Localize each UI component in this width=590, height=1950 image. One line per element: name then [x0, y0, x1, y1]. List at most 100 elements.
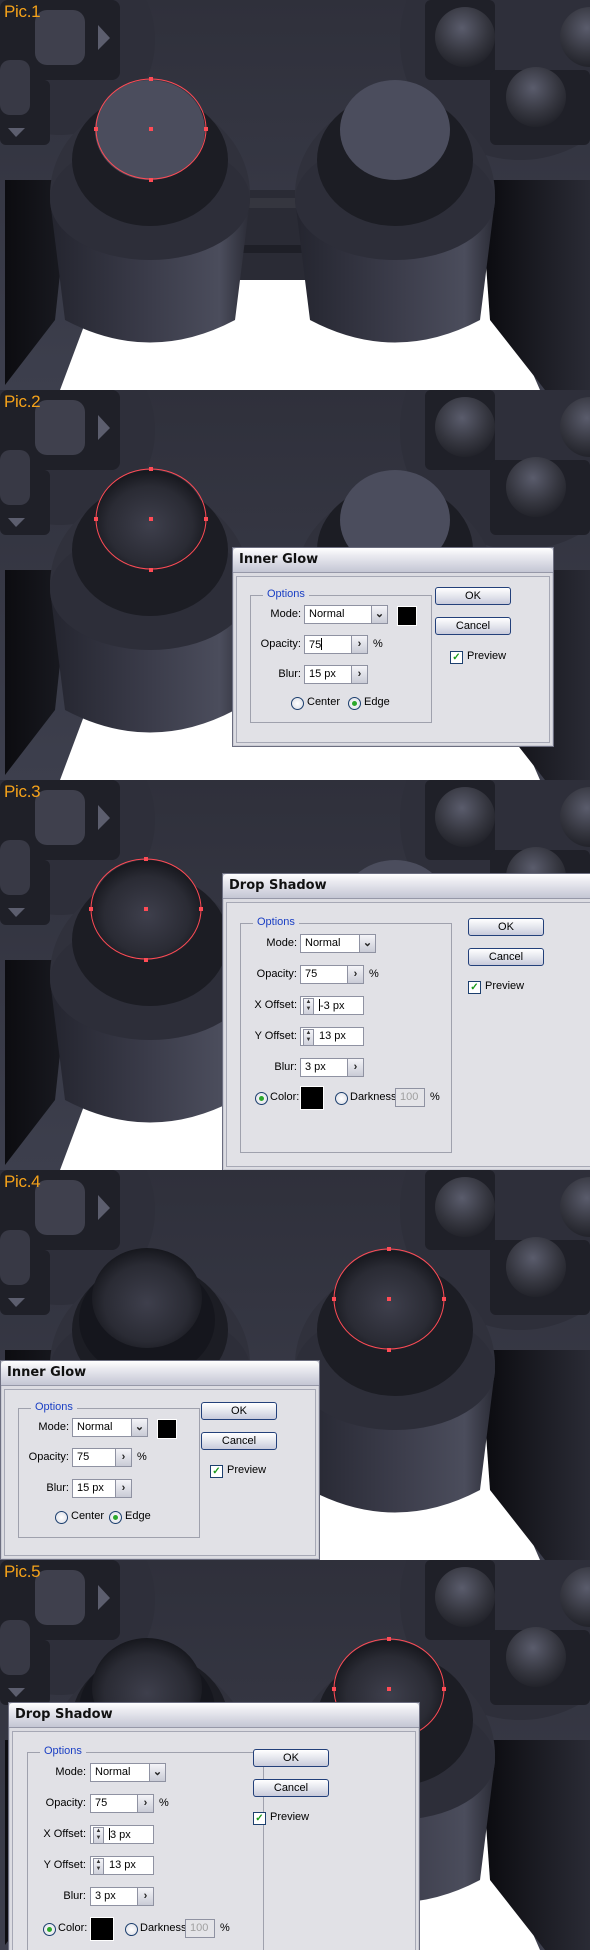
ok-button[interactable]: OK: [201, 1402, 277, 1420]
opacity-label: Opacity:: [28, 1451, 69, 1463]
cancel-button[interactable]: Cancel: [468, 948, 544, 966]
darkness-radio[interactable]: [335, 1092, 348, 1105]
blur-input[interactable]: 3 px: [90, 1887, 138, 1906]
cancel-button[interactable]: Cancel: [253, 1779, 329, 1797]
anchor-point[interactable]: [149, 467, 153, 471]
color-radio[interactable]: [43, 1923, 56, 1936]
anchor-point[interactable]: [442, 1297, 446, 1301]
inner-glow-dialog: Inner Glow Options Mode: Normal ⌄ Opacit…: [232, 547, 554, 747]
center-point[interactable]: [387, 1687, 391, 1691]
dialog-titlebar[interactable]: Drop Shadow: [9, 1703, 419, 1728]
center-point[interactable]: [387, 1297, 391, 1301]
checkmark-icon: ✓: [212, 1466, 221, 1477]
x-offset-stepper[interactable]: ▲ ▼: [93, 1827, 104, 1843]
y-offset-label: Y Offset:: [43, 1859, 86, 1871]
panel-pic-2: Pic.2 Inner Glow Options Mode: Normal ⌄ …: [0, 390, 590, 780]
anchor-point[interactable]: [149, 568, 153, 572]
chevron-right-icon: ›: [121, 1482, 126, 1494]
dialog-title: Inner Glow: [7, 1365, 87, 1380]
darkness-radio[interactable]: [125, 1923, 138, 1936]
opacity-input[interactable]: 75: [72, 1448, 116, 1467]
anchor-point[interactable]: [332, 1687, 336, 1691]
chevron-down-icon: ⌄: [374, 608, 385, 620]
mode-select[interactable]: Normal: [304, 605, 372, 624]
anchor-point[interactable]: [442, 1687, 446, 1691]
x-offset-input[interactable]: ▲ ▼ 3 px: [90, 1825, 154, 1844]
dialog-titlebar[interactable]: Inner Glow: [233, 548, 553, 573]
opacity-input[interactable]: 75: [90, 1794, 138, 1813]
anchor-point[interactable]: [144, 958, 148, 962]
ok-button[interactable]: OK: [435, 587, 511, 605]
opacity-label: Opacity:: [45, 1797, 86, 1809]
edge-radio[interactable]: [348, 697, 361, 710]
center-point[interactable]: [149, 517, 153, 521]
opacity-slider-button[interactable]: ›: [115, 1448, 132, 1467]
cancel-button[interactable]: Cancel: [201, 1432, 277, 1450]
opacity-slider-button[interactable]: ›: [137, 1794, 154, 1813]
mode-select[interactable]: Normal: [300, 934, 360, 953]
x-offset-input[interactable]: ▲ ▼ -3 px: [300, 996, 364, 1015]
blur-input[interactable]: 15 px: [72, 1479, 116, 1498]
blur-input[interactable]: 15 px: [304, 665, 352, 684]
anchor-point[interactable]: [94, 127, 98, 131]
y-offset-stepper[interactable]: ▲ ▼: [93, 1858, 104, 1874]
mode-dropdown-button[interactable]: ⌄: [131, 1418, 148, 1437]
anchor-point[interactable]: [332, 1297, 336, 1301]
blur-slider-button[interactable]: ›: [351, 665, 368, 684]
anchor-point[interactable]: [199, 907, 203, 911]
anchor-point[interactable]: [204, 517, 208, 521]
blur-input[interactable]: 3 px: [300, 1058, 348, 1077]
anchor-point[interactable]: [149, 178, 153, 182]
mode-select[interactable]: Normal: [72, 1418, 132, 1437]
blur-slider-button[interactable]: ›: [137, 1887, 154, 1906]
chevron-right-icon: ›: [121, 1451, 126, 1463]
preview-checkbox[interactable]: ✓: [468, 981, 481, 994]
blur-slider-button[interactable]: ›: [347, 1058, 364, 1077]
opacity-slider-button[interactable]: ›: [347, 965, 364, 984]
anchor-point[interactable]: [387, 1637, 391, 1641]
preview-checkbox[interactable]: ✓: [450, 651, 463, 664]
anchor-point[interactable]: [204, 127, 208, 131]
edge-radio[interactable]: [109, 1511, 122, 1524]
glow-color-swatch[interactable]: [157, 1419, 177, 1439]
preview-label: Preview: [227, 1464, 267, 1476]
y-offset-stepper[interactable]: ▲ ▼: [303, 1029, 314, 1045]
mode-dropdown-button[interactable]: ⌄: [149, 1763, 166, 1782]
anchor-point[interactable]: [89, 907, 93, 911]
ok-button[interactable]: OK: [468, 918, 544, 936]
dialog-titlebar[interactable]: Inner Glow: [1, 1361, 319, 1386]
anchor-point[interactable]: [149, 77, 153, 81]
anchor-point[interactable]: [144, 857, 148, 861]
center-radio[interactable]: [291, 697, 304, 710]
mode-select[interactable]: Normal: [90, 1763, 150, 1782]
opacity-input[interactable]: 75: [304, 635, 352, 654]
anchor-point[interactable]: [387, 1348, 391, 1352]
mode-dropdown-button[interactable]: ⌄: [359, 934, 376, 953]
mode-dropdown-button[interactable]: ⌄: [371, 605, 388, 624]
x-offset-stepper[interactable]: ▲ ▼: [303, 998, 314, 1014]
preview-checkbox[interactable]: ✓: [210, 1465, 223, 1478]
shadow-color-swatch[interactable]: [300, 1086, 324, 1110]
pic-label: Pic.1: [4, 2, 41, 21]
dialog-titlebar[interactable]: Drop Shadow: [223, 874, 590, 899]
y-offset-input[interactable]: ▲ ▼ 13 px: [300, 1027, 364, 1046]
percent-unit: %: [369, 968, 379, 980]
anchor-point[interactable]: [387, 1247, 391, 1251]
y-offset-input[interactable]: ▲ ▼ 13 px: [90, 1856, 154, 1875]
center-point[interactable]: [149, 127, 153, 131]
opacity-slider-button[interactable]: ›: [351, 635, 368, 654]
color-radio[interactable]: [255, 1092, 268, 1105]
glow-color-swatch[interactable]: [397, 606, 417, 626]
anchor-point[interactable]: [94, 517, 98, 521]
inner-glow-dialog: Inner Glow Options Mode: Normal ⌄ Opacit…: [0, 1360, 320, 1560]
cancel-button[interactable]: Cancel: [435, 617, 511, 635]
center-radio[interactable]: [55, 1511, 68, 1524]
ok-button[interactable]: OK: [253, 1749, 329, 1767]
shadow-color-swatch[interactable]: [90, 1917, 114, 1941]
dialog-body: Options Mode: Normal ⌄ Opacity: 75 › % B…: [236, 576, 550, 743]
blur-slider-button[interactable]: ›: [115, 1479, 132, 1498]
opacity-input[interactable]: 75: [300, 965, 348, 984]
center-point[interactable]: [144, 907, 148, 911]
preview-checkbox[interactable]: ✓: [253, 1812, 266, 1825]
x-offset-value: -3 px: [320, 1000, 345, 1012]
